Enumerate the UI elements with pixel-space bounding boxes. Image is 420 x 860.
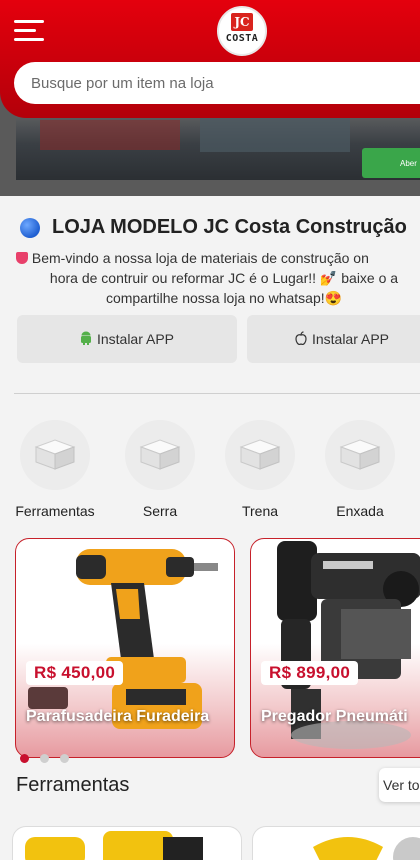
see-all-button[interactable]: Ver to <box>379 768 420 802</box>
product-card[interactable] <box>252 826 420 860</box>
box-icon <box>139 439 181 470</box>
box-icon <box>239 439 281 470</box>
carousel-dot[interactable] <box>40 754 49 763</box>
android-icon <box>80 331 92 348</box>
store-title: LOJA MODELO JC Costa Construção <box>20 216 407 239</box>
menu-icon[interactable] <box>14 20 48 42</box>
install-android-button[interactable]: Instalar APP <box>17 315 237 363</box>
store-title-text: LOJA MODELO JC Costa Construção <box>52 216 407 238</box>
logo-text: COSTA <box>225 33 259 44</box>
category-circle <box>225 420 295 490</box>
category-serra[interactable]: Serra <box>115 420 205 519</box>
product-card[interactable]: R$ 899,00 Pregador Pneumáti <box>250 538 420 758</box>
install-row: Instalar APP Instalar APP <box>17 315 420 363</box>
section-divider <box>14 393 420 394</box>
page: Aber JC COSTA LOJA MODELO JC Costa Const… <box>0 0 420 860</box>
tool-image <box>313 837 420 860</box>
category-circle <box>20 420 90 490</box>
description-line-2: hora de contruir ou reformar JC é o Luga… <box>49 270 399 286</box>
category-label: Trena <box>241 503 279 519</box>
product-card[interactable]: LITH <box>12 826 242 860</box>
category-label: Ferramentas <box>15 503 95 519</box>
product-price: R$ 450,00 <box>26 661 124 685</box>
search-bar[interactable] <box>14 62 420 104</box>
category-circle <box>325 420 395 490</box>
store-logo[interactable]: JC COSTA <box>217 6 267 56</box>
product-name: Pregador Pneumáti <box>261 708 408 725</box>
carousel-dot-active[interactable] <box>20 754 29 763</box>
product-price: R$ 899,00 <box>261 661 359 685</box>
category-list: Ferramentas Serra Trena Enxada <box>0 420 420 520</box>
description-line-1: Bem-vindo a nossa loja de materiais de c… <box>31 250 369 266</box>
install-android-label: Instalar APP <box>96 331 175 347</box>
product-name: Parafusadeira Furadeira <box>26 708 210 725</box>
box-icon <box>34 439 76 470</box>
apple-icon <box>295 330 307 348</box>
carousel-dot[interactable] <box>60 754 69 763</box>
product-card[interactable]: R$ 450,00 Parafusadeira Furadeira <box>15 538 235 758</box>
section-title: Ferramentas <box>16 774 130 796</box>
store-description: Bem-vindo a nossa loja de materiais de c… <box>14 248 420 308</box>
drill-image: LITH <box>25 831 218 860</box>
search-input[interactable] <box>14 62 420 104</box>
description-line-3: compartilhe nossa loja no whatsap!😍 <box>105 290 343 306</box>
globe-icon <box>20 217 40 238</box>
dress-emoji-icon <box>16 252 28 264</box>
app-header: JC COSTA <box>0 0 420 118</box>
category-label: Enxada <box>336 503 384 519</box>
category-label: Serra <box>142 503 178 519</box>
category-trena[interactable]: Trena <box>215 420 305 519</box>
open-badge[interactable]: Aber <box>362 148 420 178</box>
category-ferramentas[interactable]: Ferramentas <box>10 420 100 519</box>
category-circle <box>125 420 195 490</box>
install-apple-label: Instalar APP <box>311 331 390 347</box>
install-apple-button[interactable]: Instalar APP <box>247 315 420 363</box>
category-enxada[interactable]: Enxada <box>315 420 405 519</box>
carousel-dots <box>20 754 80 764</box>
box-icon <box>339 439 381 470</box>
logo-mark: JC <box>231 13 253 31</box>
